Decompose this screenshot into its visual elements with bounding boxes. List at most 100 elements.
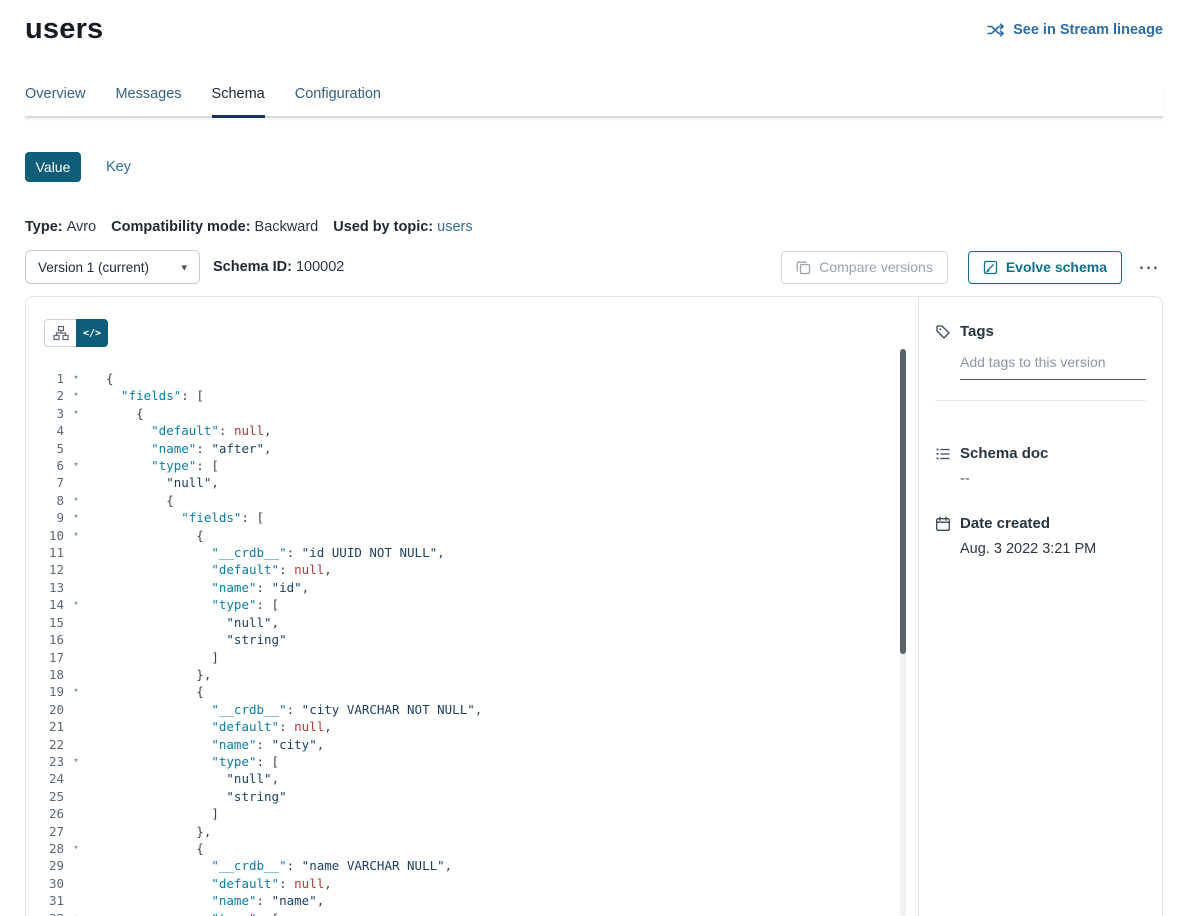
key-toggle-button[interactable]: Key <box>106 159 131 175</box>
code-line: 29"__crdb__": "name VARCHAR NULL", <box>26 857 918 874</box>
fold-gutter <box>64 788 88 805</box>
stream-lineage-link[interactable]: See in Stream lineage <box>987 22 1163 38</box>
fold-gutter <box>64 544 88 561</box>
line-number: 9 <box>26 509 64 526</box>
code-line: 9▾"fields": [ <box>26 509 918 526</box>
date-created-section: Date created Aug. 3 2022 3:21 PM <box>935 515 1146 557</box>
used-by-topic: Used by topic:users <box>333 219 472 235</box>
code-lines: 1▾{2▾"fields": [3▾{4"default": null,5"na… <box>26 370 918 916</box>
fold-arrow-icon[interactable]: ▾ <box>64 527 88 544</box>
code-line: 21 "default": null, <box>26 718 918 735</box>
page-title: users <box>25 13 103 46</box>
code-text: { <box>88 405 144 422</box>
tree-view-button[interactable] <box>44 319 76 347</box>
version-select[interactable]: Version 1 (current) ▾ <box>25 250 200 284</box>
page-header: users See in Stream lineage <box>25 13 1163 46</box>
code-text: "null", <box>88 770 279 787</box>
tree-view-icon <box>53 325 69 341</box>
tab-messages[interactable]: Messages <box>115 86 181 116</box>
fold-gutter <box>64 579 88 596</box>
line-number: 11 <box>26 544 64 561</box>
fold-gutter <box>64 892 88 909</box>
date-created-value: Aug. 3 2022 3:21 PM <box>960 541 1146 557</box>
code-line: 27}, <box>26 823 918 840</box>
line-number: 5 <box>26 440 64 457</box>
compare-versions-button[interactable]: Compare versions <box>781 251 948 284</box>
code-text: { <box>88 370 114 387</box>
fold-arrow-icon[interactable]: ▾ <box>64 492 88 509</box>
line-number: 1 <box>26 370 64 387</box>
fold-gutter <box>64 770 88 787</box>
tags-title: Tags <box>960 323 994 340</box>
fold-arrow-icon[interactable]: ▾ <box>64 509 88 526</box>
code-line: 31"name": "name", <box>26 892 918 909</box>
line-number: 21 <box>26 718 64 735</box>
line-number: 12 <box>26 561 64 578</box>
fold-arrow-icon[interactable]: ▾ <box>64 387 88 404</box>
schema-actions: Compare versions Evolve schema ⋯ <box>781 251 1163 284</box>
more-dots-icon: ⋯ <box>1138 256 1159 279</box>
fold-arrow-icon[interactable]: ▾ <box>64 405 88 422</box>
editor-scrollbar[interactable] <box>900 349 906 916</box>
fold-arrow-icon[interactable]: ▾ <box>64 683 88 700</box>
fold-gutter <box>64 649 88 666</box>
code-text: "type": [ <box>88 753 279 770</box>
code-text: "name": "after", <box>88 440 272 457</box>
code-line: 25"string" <box>26 788 918 805</box>
compatibility-label: Compatibility mode: <box>111 219 250 235</box>
fold-arrow-icon[interactable]: ▾ <box>64 840 88 857</box>
chevron-down-icon: ▾ <box>181 261 187 274</box>
code-view-button[interactable]: </> <box>76 319 108 347</box>
fold-arrow-icon[interactable]: ▾ <box>64 910 88 916</box>
schema-meta-row: Type:Avro Compatibility mode: Backward Us… <box>25 219 1163 235</box>
schema-type: Type:Avro <box>25 219 96 235</box>
schema-part-toggle: Value Key <box>25 152 1163 182</box>
code-text: { <box>88 683 204 700</box>
fold-gutter <box>64 875 88 892</box>
evolve-schema-icon <box>983 260 998 275</box>
code-text: "default": null, <box>88 875 332 892</box>
compatibility-value: Backward <box>255 219 319 235</box>
compare-versions-icon <box>796 260 811 275</box>
scrollbar-thumb[interactable] <box>900 349 906 654</box>
code-text: { <box>88 840 204 857</box>
code-text: }, <box>88 666 211 683</box>
line-number: 3 <box>26 405 64 422</box>
fold-arrow-icon[interactable]: ▾ <box>64 370 88 387</box>
fold-arrow-icon[interactable]: ▾ <box>64 753 88 770</box>
tab-schema[interactable]: Schema <box>212 86 265 116</box>
tab-configuration[interactable]: Configuration <box>295 86 381 116</box>
compatibility-mode: Compatibility mode: Backward <box>111 219 318 235</box>
code-line: 22"name": "city", <box>26 736 918 753</box>
date-created-heading: Date created <box>935 515 1146 532</box>
code-line: 28▾{ <box>26 840 918 857</box>
code-line: 30"default": null, <box>26 875 918 892</box>
code-line: 23▾"type": [ <box>26 753 918 770</box>
code-line: 32▾"type": [ <box>26 910 918 916</box>
evolve-schema-button[interactable]: Evolve schema <box>968 251 1122 284</box>
code-text: "default": null, <box>88 718 332 735</box>
schema-doc-heading: Schema doc <box>935 445 1146 462</box>
fold-gutter <box>64 736 88 753</box>
fold-arrow-icon[interactable]: ▾ <box>64 457 88 474</box>
tags-input[interactable] <box>960 354 1146 380</box>
line-number: 15 <box>26 614 64 631</box>
code-line: 7"null", <box>26 474 918 491</box>
topic-link[interactable]: users <box>437 219 472 235</box>
tab-overview[interactable]: Overview <box>25 86 85 116</box>
fold-arrow-icon[interactable]: ▾ <box>64 596 88 613</box>
fold-gutter <box>64 422 88 439</box>
code-line: 16"string" <box>26 631 918 648</box>
schema-doc-title: Schema doc <box>960 445 1048 462</box>
line-number: 14 <box>26 596 64 613</box>
schema-id: Schema ID:100002 <box>213 259 344 275</box>
line-number: 31 <box>26 892 64 909</box>
line-number: 8 <box>26 492 64 509</box>
value-toggle-button[interactable]: Value <box>25 152 81 182</box>
more-options-button[interactable]: ⋯ <box>1134 253 1163 282</box>
line-number: 4 <box>26 422 64 439</box>
schema-doc-value: -- <box>960 471 1146 487</box>
line-number: 27 <box>26 823 64 840</box>
code-line: 14▾"type": [ <box>26 596 918 613</box>
stream-lineage-label: See in Stream lineage <box>1013 22 1163 38</box>
